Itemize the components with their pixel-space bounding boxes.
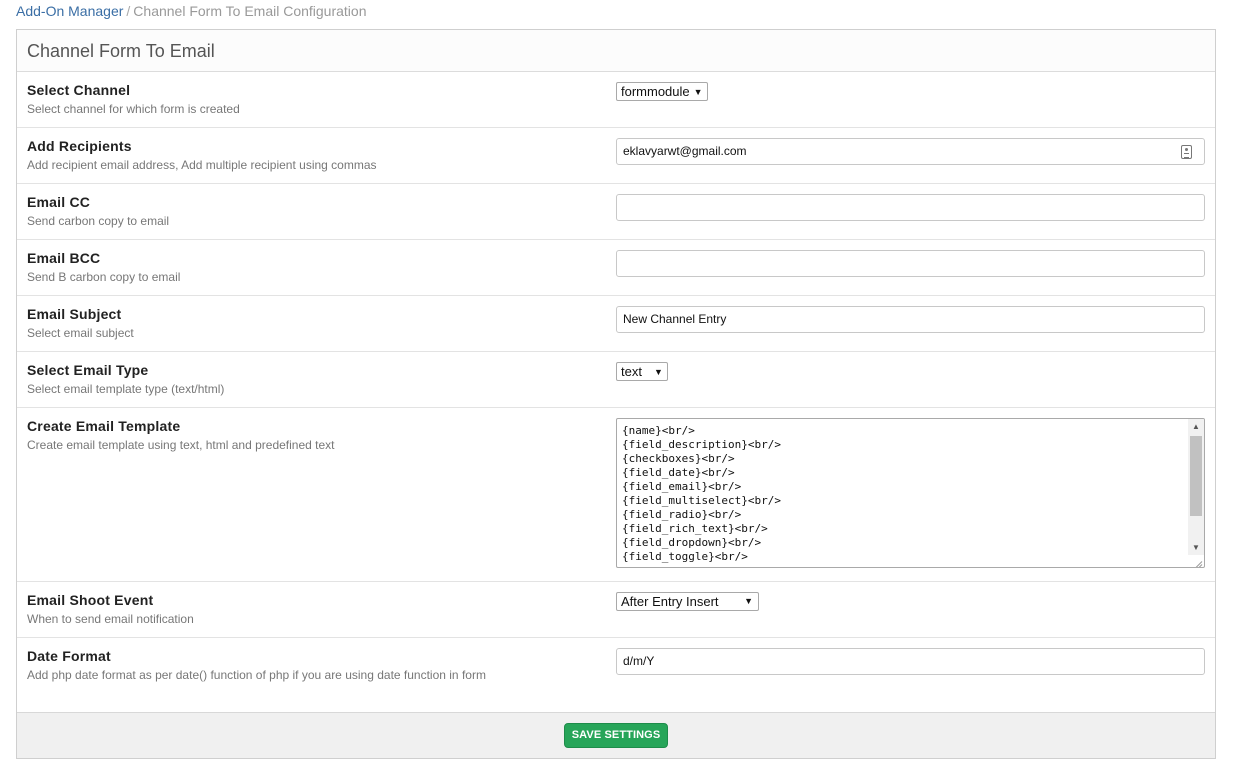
shoot-event-row: Email Shoot Event When to send email not… [17, 582, 1215, 638]
date-format-label: Date Format [27, 648, 111, 664]
email-template-row: Create Email Template Create email templ… [17, 408, 1215, 582]
email-cc-desc: Send carbon copy to email [27, 214, 170, 228]
chevron-down-icon: ▼ [744, 596, 753, 606]
breadcrumb-separator: / [126, 3, 131, 19]
email-bcc-row: Email BCC Send B carbon copy to email [17, 240, 1215, 296]
email-subject-input[interactable]: New Channel Entry [616, 306, 1205, 333]
template-line: {field_email}<br/> [622, 480, 742, 493]
scroll-thumb[interactable] [1190, 436, 1202, 516]
select-channel-row: Select Channel Select channel for which … [17, 72, 1215, 128]
chevron-down-icon: ▼ [653, 367, 663, 377]
add-recipients-row: Add Recipients Add recipient email addre… [17, 128, 1215, 184]
chevron-down-icon: ▼ [693, 87, 703, 97]
email-cc-input[interactable] [616, 194, 1205, 221]
email-subject-row: Email Subject Select email subject New C… [17, 296, 1215, 352]
select-channel-label: Select Channel [27, 82, 131, 98]
email-template-content: {name}<br/> {field_description}<br/> {chec… [622, 424, 1184, 564]
scroll-up-arrow-icon[interactable]: ▲ [1188, 420, 1204, 434]
select-channel-desc: Select channel for which form is created [27, 102, 240, 116]
recipients-value: eklavyarwt@gmail.com [623, 144, 747, 158]
email-template-label: Create Email Template [27, 418, 181, 434]
email-template-desc: Create email template using text, html a… [27, 438, 335, 452]
email-template-textarea[interactable]: {name}<br/> {field_description}<br/> {chec… [616, 418, 1205, 568]
settings-panel: Channel Form To Email Select Channel Sel… [16, 29, 1216, 759]
email-bcc-input[interactable] [616, 250, 1205, 277]
email-subject-label: Email Subject [27, 306, 122, 322]
panel-title: Channel Form To Email [27, 41, 215, 61]
template-line: {field_toggle}<br/> [622, 550, 748, 563]
select-channel-value: formmodule [621, 84, 690, 99]
breadcrumb-current: Channel Form To Email Configuration [133, 3, 367, 19]
template-line: {field_date}<br/> [622, 466, 735, 479]
shoot-event-dropdown[interactable]: After Entry Insert ▼ [616, 592, 759, 611]
shoot-event-desc: When to send email notification [27, 612, 194, 626]
email-type-row: Select Email Type Select email template … [17, 352, 1215, 408]
email-subject-desc: Select email subject [27, 326, 134, 340]
email-subject-value: New Channel Entry [623, 312, 727, 326]
date-format-row: Date Format Add php date format as per d… [17, 638, 1215, 694]
shoot-event-label: Email Shoot Event [27, 592, 154, 608]
template-line: {field_description}<br/> [622, 438, 781, 451]
template-line: {field_rich_text}<br/> [622, 522, 768, 535]
template-line: {checkboxes}<br/> [622, 452, 735, 465]
save-settings-button[interactable]: SAVE SETTINGS [564, 723, 668, 748]
email-type-value: text [621, 364, 642, 379]
email-bcc-label: Email BCC [27, 250, 101, 266]
template-line: {name}<br/> [622, 424, 695, 437]
email-cc-label: Email CC [27, 194, 91, 210]
panel-header: Channel Form To Email [17, 30, 1215, 72]
date-format-input[interactable]: d/m/Y [616, 648, 1205, 675]
scroll-down-arrow-icon[interactable]: ▼ [1188, 541, 1204, 555]
email-cc-row: Email CC Send carbon copy to email [17, 184, 1215, 240]
template-line: {field_dropdown}<br/> [622, 536, 762, 549]
template-line: {field_radio}<br/> [622, 508, 742, 521]
add-recipients-desc: Add recipient email address, Add multipl… [27, 158, 377, 172]
email-type-dropdown[interactable]: text ▼ [616, 362, 668, 381]
add-recipients-label: Add Recipients [27, 138, 132, 154]
date-format-value: d/m/Y [623, 654, 655, 668]
email-type-label: Select Email Type [27, 362, 149, 378]
shoot-event-value: After Entry Insert [621, 594, 719, 609]
breadcrumb: Add-On Manager / Channel Form To Email Con… [16, 3, 366, 19]
breadcrumb-addon-manager-link[interactable]: Add-On Manager [16, 3, 123, 19]
email-type-desc: Select email template type (text/html) [27, 382, 225, 396]
email-bcc-desc: Send B carbon copy to email [27, 270, 181, 284]
template-line: {field_multiselect}<br/> [622, 494, 781, 507]
contact-card-icon[interactable] [1181, 145, 1192, 159]
resize-grip-icon[interactable] [1191, 554, 1203, 566]
recipients-input[interactable]: eklavyarwt@gmail.com [616, 138, 1205, 165]
panel-footer: SAVE SETTINGS [17, 712, 1215, 758]
select-channel-dropdown[interactable]: formmodule ▼ [616, 82, 708, 101]
textarea-scrollbar[interactable]: ▲ ▼ [1188, 419, 1204, 555]
date-format-desc: Add php date format as per date() functi… [27, 668, 486, 682]
